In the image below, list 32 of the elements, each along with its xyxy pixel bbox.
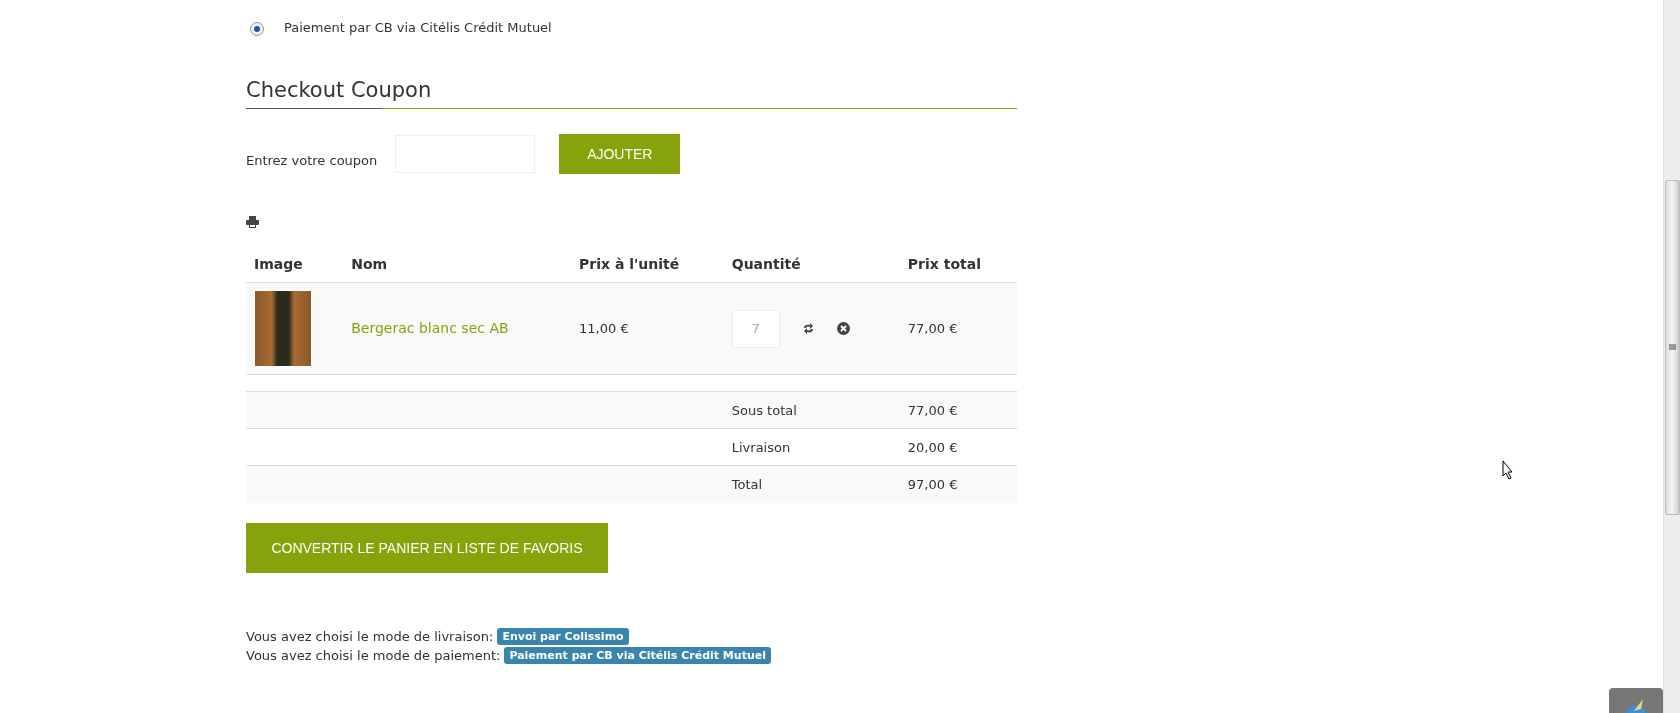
mouse-cursor-icon <box>1502 460 1514 480</box>
radio-label: Paiement par CB via Citélis Crédit Mutuel <box>284 19 552 35</box>
column-header: Prix à l'unité <box>571 242 724 283</box>
refresh-icon[interactable] <box>801 322 815 335</box>
floating-widget-button[interactable] <box>1609 688 1663 713</box>
summary-text: Vous avez choisi le mode de paiement: <box>246 647 501 663</box>
table-cell: 20,00 € <box>899 428 1017 466</box>
table-cell: Sous total <box>723 391 900 429</box>
column-header: Nom <box>343 242 572 283</box>
wishlist-button[interactable]: CONVERTIR LE PANIER EN LISTE DE FAVORIS <box>246 522 608 573</box>
scrollbar-thumb[interactable] <box>1665 180 1680 515</box>
coupon-label: Entrez votre coupon <box>246 152 378 168</box>
product-link[interactable]: Bergerac blanc sec AB <box>351 320 509 336</box>
section-heading: Checkout Coupon <box>246 78 1017 109</box>
table-cell: 97,00 € <box>899 465 1017 503</box>
table-cell: 11,00 € <box>571 282 724 375</box>
remove-icon[interactable] <box>836 322 850 335</box>
summary-text: Vous avez choisi le mode de livraison: <box>246 628 494 644</box>
quantity-field[interactable]: 7 <box>731 309 780 348</box>
print-icon[interactable] <box>246 216 259 228</box>
badge: Envoi par Colissimo <box>497 627 629 645</box>
radio-button[interactable] <box>250 22 264 36</box>
column-header: Image <box>246 242 344 283</box>
table-cell: Total <box>723 465 900 503</box>
table-cell: 77,00 € <box>899 282 1017 375</box>
scrollbar[interactable] <box>1663 0 1680 713</box>
badge: Paiement par CB via Citélis Crédit Mutuel <box>504 646 771 664</box>
table-cell: 77,00 € <box>899 391 1017 429</box>
column-header: Quantité <box>723 242 900 283</box>
column-header: Prix total <box>899 242 1017 283</box>
add-button[interactable]: AJOUTER <box>559 134 681 174</box>
table-cell: Livraison <box>723 428 900 466</box>
